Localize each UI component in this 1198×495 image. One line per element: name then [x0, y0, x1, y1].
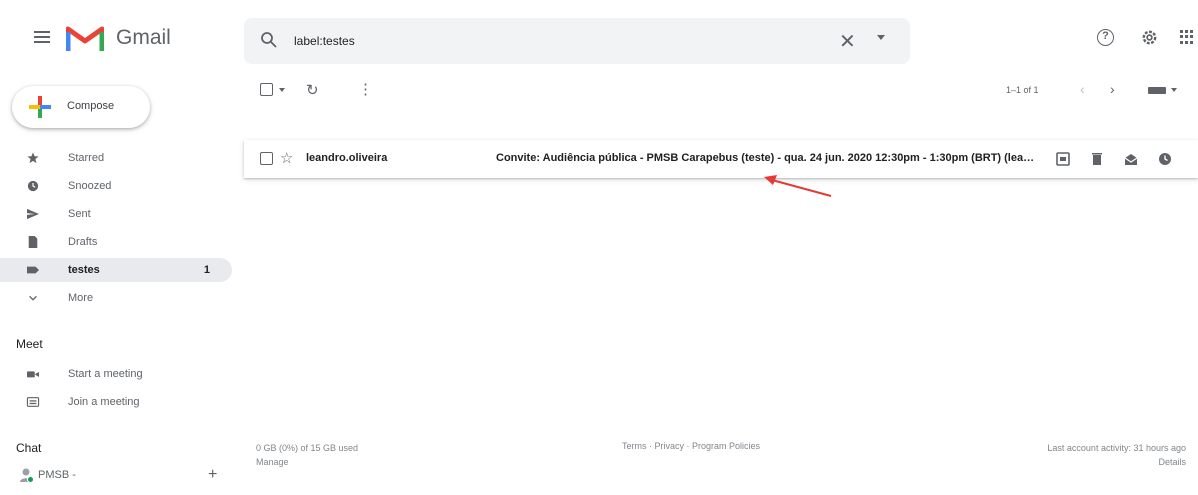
- sidebar-item-label: Snoozed: [68, 180, 112, 192]
- input-tools-caret-icon[interactable]: [1171, 88, 1177, 92]
- archive-icon[interactable]: [1056, 152, 1070, 166]
- top-bar: Gmail ✕ ?: [0, 0, 1198, 82]
- draft-icon: [28, 236, 38, 248]
- meet-heading: Meet: [16, 337, 43, 351]
- help-icon[interactable]: ?: [1097, 29, 1114, 46]
- apps-grid-icon[interactable]: [1180, 30, 1194, 44]
- close-icon[interactable]: ✕: [839, 29, 856, 54]
- search-icon[interactable]: [260, 31, 278, 49]
- search-input[interactable]: [294, 30, 794, 52]
- message-checkbox[interactable]: [260, 152, 273, 165]
- start-meeting-label: Start a meeting: [68, 368, 143, 380]
- policy-links[interactable]: Terms · Privacy · Program Policies: [622, 441, 760, 451]
- next-page-icon[interactable]: ›: [1110, 81, 1115, 97]
- message-row[interactable]: ☆ leandro.oliveira Convite: Audiência pú…: [244, 140, 1198, 178]
- join-meeting-label: Join a meeting: [68, 396, 140, 408]
- send-icon: [27, 208, 39, 220]
- snooze-icon[interactable]: [1158, 152, 1172, 166]
- previous-page-icon[interactable]: ‹: [1080, 81, 1085, 97]
- join-meeting-button[interactable]: Join a meeting: [0, 390, 232, 414]
- sidebar-item-testes[interactable]: testes 1: [0, 258, 232, 282]
- account-activity: Last account activity: 31 hours ago Deta…: [1047, 441, 1186, 469]
- star-icon[interactable]: ☆: [280, 149, 293, 167]
- more-options-icon[interactable]: ⋮: [358, 80, 373, 98]
- clock-icon: [27, 180, 39, 192]
- chat-user-pmsb[interactable]: PMSB - +: [18, 466, 218, 488]
- sidebar-item-label: Sent: [68, 208, 91, 220]
- sidebar-item-more[interactable]: More: [0, 286, 232, 310]
- sidebar-item-starred[interactable]: Starred: [0, 146, 232, 170]
- message-toolbar: ↻ ⋮ 1–1 of 1 ‹ ›: [244, 80, 1198, 102]
- settings-gear-icon[interactable]: [1140, 28, 1159, 47]
- compose-button[interactable]: Compose: [12, 86, 150, 128]
- gmail-logo-icon[interactable]: [66, 24, 104, 52]
- label-icon: [27, 266, 39, 274]
- sidebar-item-drafts[interactable]: Drafts: [0, 230, 232, 254]
- unread-count: 1: [203, 264, 210, 276]
- last-activity: Last account activity: 31 hours ago: [1047, 443, 1186, 453]
- message-sender: leandro.oliveira: [306, 152, 388, 164]
- storage-info: 0 GB (0%) of 15 GB used Manage: [256, 441, 358, 469]
- sidebar-item-sent[interactable]: Sent: [0, 202, 232, 226]
- star-icon: [27, 152, 39, 164]
- menu-icon[interactable]: [34, 31, 50, 43]
- input-tools-icon[interactable]: [1148, 87, 1166, 94]
- sidebar-item-label: Starred: [68, 152, 105, 164]
- select-all-checkbox[interactable]: [260, 83, 273, 96]
- caret-down-icon[interactable]: [877, 35, 885, 40]
- search-bar[interactable]: ✕: [244, 18, 910, 64]
- compose-plus-icon: [29, 96, 51, 118]
- compose-label: Compose: [67, 100, 115, 112]
- storage-usage: 0 GB (0%) of 15 GB used: [256, 443, 359, 453]
- delete-icon[interactable]: [1090, 152, 1104, 166]
- manage-storage-link[interactable]: Manage: [256, 455, 358, 469]
- chat-heading: Chat: [16, 441, 42, 455]
- keyboard-icon: [26, 397, 40, 407]
- chevron-down-icon: [29, 295, 37, 301]
- mark-read-icon[interactable]: [1124, 152, 1138, 166]
- sidebar-item-label: More: [68, 292, 94, 304]
- message-subject: Convite: Audiência pública - PMSB Carape…: [496, 152, 1040, 164]
- sidebar-item-label: Drafts: [68, 236, 98, 248]
- select-options-caret-icon[interactable]: [279, 88, 285, 92]
- chat-user-name: PMSB -: [38, 469, 76, 481]
- add-chat-button[interactable]: +: [208, 466, 217, 484]
- online-status-dot: [27, 476, 34, 483]
- details-link[interactable]: Details: [1047, 455, 1186, 469]
- refresh-icon[interactable]: ↻: [306, 81, 319, 99]
- video-icon: [27, 371, 39, 378]
- sidebar-item-label: testes: [68, 264, 100, 276]
- sidebar-item-snoozed[interactable]: Snoozed: [0, 174, 232, 198]
- pagination-label: 1–1 of 1: [1006, 85, 1039, 95]
- app-name: Gmail: [116, 26, 171, 49]
- start-meeting-button[interactable]: Start a meeting: [0, 362, 232, 386]
